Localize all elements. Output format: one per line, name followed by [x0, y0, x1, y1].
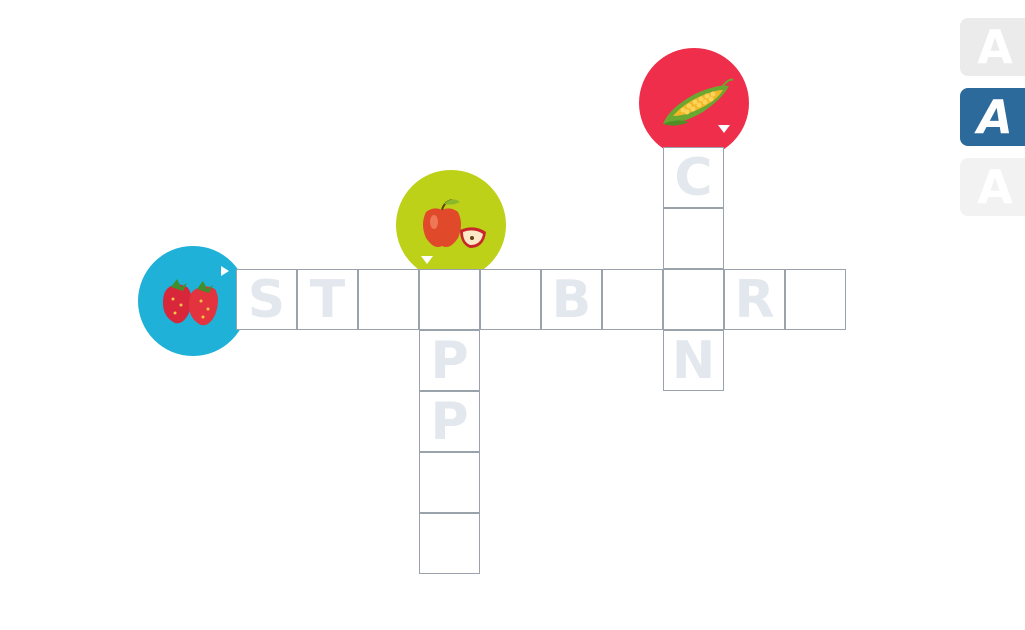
font-style-button-1[interactable]: A [960, 18, 1025, 76]
crossword-cell[interactable] [419, 513, 480, 574]
crossword-cell[interactable]: P [419, 330, 480, 391]
crossword-cell[interactable]: B [541, 269, 602, 330]
crossword-cell[interactable] [419, 452, 480, 513]
crossword-cell[interactable]: R [724, 269, 785, 330]
crossword-cell[interactable] [358, 269, 419, 330]
apple-icon [423, 199, 486, 248]
crossword-cell[interactable] [785, 269, 846, 330]
clue-strawberry[interactable] [138, 246, 248, 356]
crossword-cell[interactable]: P [419, 391, 480, 452]
font-style-button-2[interactable]: A [960, 88, 1025, 146]
direction-right-icon [221, 266, 229, 276]
crossword-cell[interactable]: S [236, 269, 297, 330]
direction-down-icon [718, 125, 730, 133]
crossword-cell[interactable]: T [297, 269, 358, 330]
strawberry-icon [163, 279, 218, 326]
crossword-cell[interactable] [419, 269, 480, 330]
crossword-cell[interactable]: C [663, 147, 724, 208]
font-style-button-3[interactable]: A [960, 158, 1025, 216]
crossword-board: S T B R P P C N [0, 0, 1025, 630]
crossword-cell[interactable] [663, 269, 724, 330]
crossword-cell[interactable]: N [663, 330, 724, 391]
crossword-cell[interactable] [663, 208, 724, 269]
direction-down-icon [421, 256, 433, 264]
crossword-cell[interactable] [480, 269, 541, 330]
clue-corn[interactable] [639, 48, 749, 158]
crossword-cell[interactable] [602, 269, 663, 330]
clue-apple[interactable] [396, 170, 506, 280]
